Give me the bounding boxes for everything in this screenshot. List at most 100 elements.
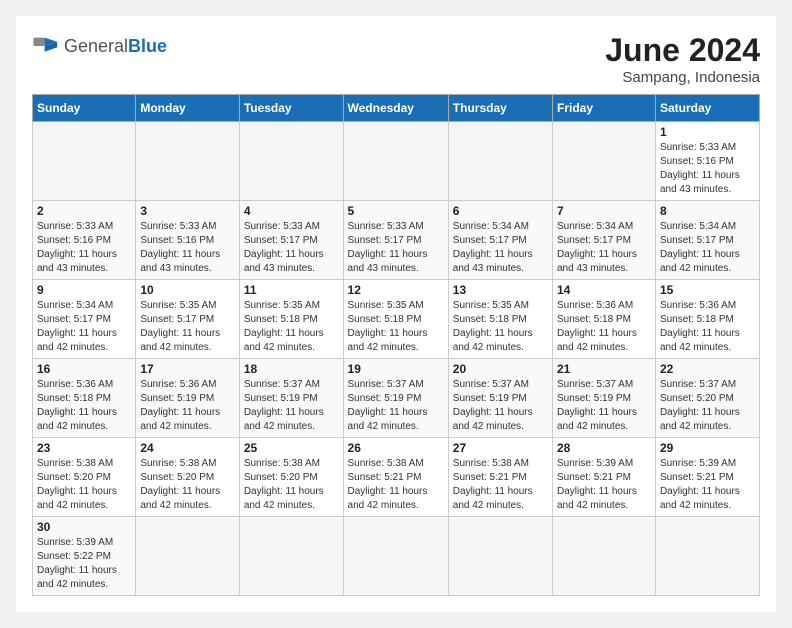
day-info-19: Sunrise: 5:37 AMSunset: 5:19 PMDaylight:…: [348, 378, 444, 434]
empty-cell: [136, 517, 239, 596]
day-number-24: 24: [140, 441, 234, 455]
day-13: 13 Sunrise: 5:35 AMSunset: 5:18 PMDaylig…: [448, 280, 552, 359]
day-number-12: 12: [348, 283, 444, 297]
day-number-28: 28: [557, 441, 651, 455]
day-info-11: Sunrise: 5:35 AMSunset: 5:18 PMDaylight:…: [244, 299, 339, 355]
day-8: 8 Sunrise: 5:34 AMSunset: 5:17 PMDayligh…: [655, 201, 759, 280]
calendar-row-3: 9 Sunrise: 5:34 AMSunset: 5:17 PMDayligh…: [33, 280, 760, 359]
day-number-10: 10: [140, 283, 234, 297]
day-11: 11 Sunrise: 5:35 AMSunset: 5:18 PMDaylig…: [239, 280, 343, 359]
calendar-page: GeneralBlue June 2024 Sampang, Indonesia…: [16, 16, 776, 612]
day-info-24: Sunrise: 5:38 AMSunset: 5:20 PMDaylight:…: [140, 457, 234, 513]
day-number-30: 30: [37, 520, 131, 534]
day-26: 26 Sunrise: 5:38 AMSunset: 5:21 PMDaylig…: [343, 438, 448, 517]
day-info-25: Sunrise: 5:38 AMSunset: 5:20 PMDaylight:…: [244, 457, 339, 513]
day-27: 27 Sunrise: 5:38 AMSunset: 5:21 PMDaylig…: [448, 438, 552, 517]
day-25: 25 Sunrise: 5:38 AMSunset: 5:20 PMDaylig…: [239, 438, 343, 517]
day-info-30: Sunrise: 5:39 AMSunset: 5:22 PMDaylight:…: [37, 536, 131, 592]
day-number-19: 19: [348, 362, 444, 376]
day-info-3: Sunrise: 5:33 AMSunset: 5:16 PMDaylight:…: [140, 220, 234, 276]
day-5: 5 Sunrise: 5:33 AMSunset: 5:17 PMDayligh…: [343, 201, 448, 280]
day-22: 22 Sunrise: 5:37 AMSunset: 5:20 PMDaylig…: [655, 359, 759, 438]
header-saturday: Saturday: [655, 95, 759, 122]
empty-cell: [553, 517, 656, 596]
empty-cell: [33, 122, 136, 201]
day-28: 28 Sunrise: 5:39 AMSunset: 5:21 PMDaylig…: [553, 438, 656, 517]
empty-cell: [343, 517, 448, 596]
day-9: 9 Sunrise: 5:34 AMSunset: 5:17 PMDayligh…: [33, 280, 136, 359]
title-area: June 2024 Sampang, Indonesia: [605, 32, 760, 86]
day-info-18: Sunrise: 5:37 AMSunset: 5:19 PMDaylight:…: [244, 378, 339, 434]
day-23: 23 Sunrise: 5:38 AMSunset: 5:20 PMDaylig…: [33, 438, 136, 517]
calendar-row-5: 23 Sunrise: 5:38 AMSunset: 5:20 PMDaylig…: [33, 438, 760, 517]
general-blue-logo-icon: [32, 32, 60, 60]
header-friday: Friday: [553, 95, 656, 122]
day-info-16: Sunrise: 5:36 AMSunset: 5:18 PMDaylight:…: [37, 378, 131, 434]
logo-text: GeneralBlue: [64, 36, 167, 57]
day-30: 30 Sunrise: 5:39 AMSunset: 5:22 PMDaylig…: [33, 517, 136, 596]
day-19: 19 Sunrise: 5:37 AMSunset: 5:19 PMDaylig…: [343, 359, 448, 438]
day-7: 7 Sunrise: 5:34 AMSunset: 5:17 PMDayligh…: [553, 201, 656, 280]
day-info-17: Sunrise: 5:36 AMSunset: 5:19 PMDaylight:…: [140, 378, 234, 434]
day-number-21: 21: [557, 362, 651, 376]
calendar-row-2: 2 Sunrise: 5:33 AMSunset: 5:16 PMDayligh…: [33, 201, 760, 280]
empty-cell: [239, 517, 343, 596]
day-16: 16 Sunrise: 5:36 AMSunset: 5:18 PMDaylig…: [33, 359, 136, 438]
day-20: 20 Sunrise: 5:37 AMSunset: 5:19 PMDaylig…: [448, 359, 552, 438]
day-info-27: Sunrise: 5:38 AMSunset: 5:21 PMDaylight:…: [453, 457, 548, 513]
header-wednesday: Wednesday: [343, 95, 448, 122]
day-number-2: 2: [37, 204, 131, 218]
day-number-23: 23: [37, 441, 131, 455]
day-3: 3 Sunrise: 5:33 AMSunset: 5:16 PMDayligh…: [136, 201, 239, 280]
day-number-14: 14: [557, 283, 651, 297]
day-number-27: 27: [453, 441, 548, 455]
location-title: Sampang, Indonesia: [605, 69, 760, 86]
empty-cell: [136, 122, 239, 201]
day-10: 10 Sunrise: 5:35 AMSunset: 5:17 PMDaylig…: [136, 280, 239, 359]
day-info-9: Sunrise: 5:34 AMSunset: 5:17 PMDaylight:…: [37, 299, 131, 355]
day-18: 18 Sunrise: 5:37 AMSunset: 5:19 PMDaylig…: [239, 359, 343, 438]
day-info-22: Sunrise: 5:37 AMSunset: 5:20 PMDaylight:…: [660, 378, 755, 434]
day-21: 21 Sunrise: 5:37 AMSunset: 5:19 PMDaylig…: [553, 359, 656, 438]
day-info-21: Sunrise: 5:37 AMSunset: 5:19 PMDaylight:…: [557, 378, 651, 434]
day-6: 6 Sunrise: 5:34 AMSunset: 5:17 PMDayligh…: [448, 201, 552, 280]
day-number-20: 20: [453, 362, 548, 376]
day-info-12: Sunrise: 5:35 AMSunset: 5:18 PMDaylight:…: [348, 299, 444, 355]
day-number-11: 11: [244, 283, 339, 297]
day-info-6: Sunrise: 5:34 AMSunset: 5:17 PMDaylight:…: [453, 220, 548, 276]
day-29: 29 Sunrise: 5:39 AMSunset: 5:21 PMDaylig…: [655, 438, 759, 517]
day-number-22: 22: [660, 362, 755, 376]
day-info-5: Sunrise: 5:33 AMSunset: 5:17 PMDaylight:…: [348, 220, 444, 276]
header: GeneralBlue June 2024 Sampang, Indonesia: [32, 32, 760, 86]
day-number-4: 4: [244, 204, 339, 218]
day-info-7: Sunrise: 5:34 AMSunset: 5:17 PMDaylight:…: [557, 220, 651, 276]
day-24: 24 Sunrise: 5:38 AMSunset: 5:20 PMDaylig…: [136, 438, 239, 517]
day-info-8: Sunrise: 5:34 AMSunset: 5:17 PMDaylight:…: [660, 220, 755, 276]
calendar-row-6: 30 Sunrise: 5:39 AMSunset: 5:22 PMDaylig…: [33, 517, 760, 596]
day-info-2: Sunrise: 5:33 AMSunset: 5:16 PMDaylight:…: [37, 220, 131, 276]
day-15: 15 Sunrise: 5:36 AMSunset: 5:18 PMDaylig…: [655, 280, 759, 359]
day-info-20: Sunrise: 5:37 AMSunset: 5:19 PMDaylight:…: [453, 378, 548, 434]
day-number-8: 8: [660, 204, 755, 218]
month-title: June 2024: [605, 32, 760, 69]
day-number-9: 9: [37, 283, 131, 297]
empty-cell: [655, 517, 759, 596]
day-12: 12 Sunrise: 5:35 AMSunset: 5:18 PMDaylig…: [343, 280, 448, 359]
day-number-13: 13: [453, 283, 548, 297]
day-info-14: Sunrise: 5:36 AMSunset: 5:18 PMDaylight:…: [557, 299, 651, 355]
day-info-28: Sunrise: 5:39 AMSunset: 5:21 PMDaylight:…: [557, 457, 651, 513]
day-1: 1 Sunrise: 5:33 AMSunset: 5:16 PMDayligh…: [655, 122, 759, 201]
header-sunday: Sunday: [33, 95, 136, 122]
day-info-4: Sunrise: 5:33 AMSunset: 5:17 PMDaylight:…: [244, 220, 339, 276]
header-monday: Monday: [136, 95, 239, 122]
day-number-18: 18: [244, 362, 339, 376]
day-info-1: Sunrise: 5:33 AMSunset: 5:16 PMDaylight:…: [660, 141, 755, 197]
day-number-17: 17: [140, 362, 234, 376]
header-tuesday: Tuesday: [239, 95, 343, 122]
empty-cell: [343, 122, 448, 201]
empty-cell: [448, 122, 552, 201]
header-thursday: Thursday: [448, 95, 552, 122]
day-info-23: Sunrise: 5:38 AMSunset: 5:20 PMDaylight:…: [37, 457, 131, 513]
day-4: 4 Sunrise: 5:33 AMSunset: 5:17 PMDayligh…: [239, 201, 343, 280]
day-number-3: 3: [140, 204, 234, 218]
